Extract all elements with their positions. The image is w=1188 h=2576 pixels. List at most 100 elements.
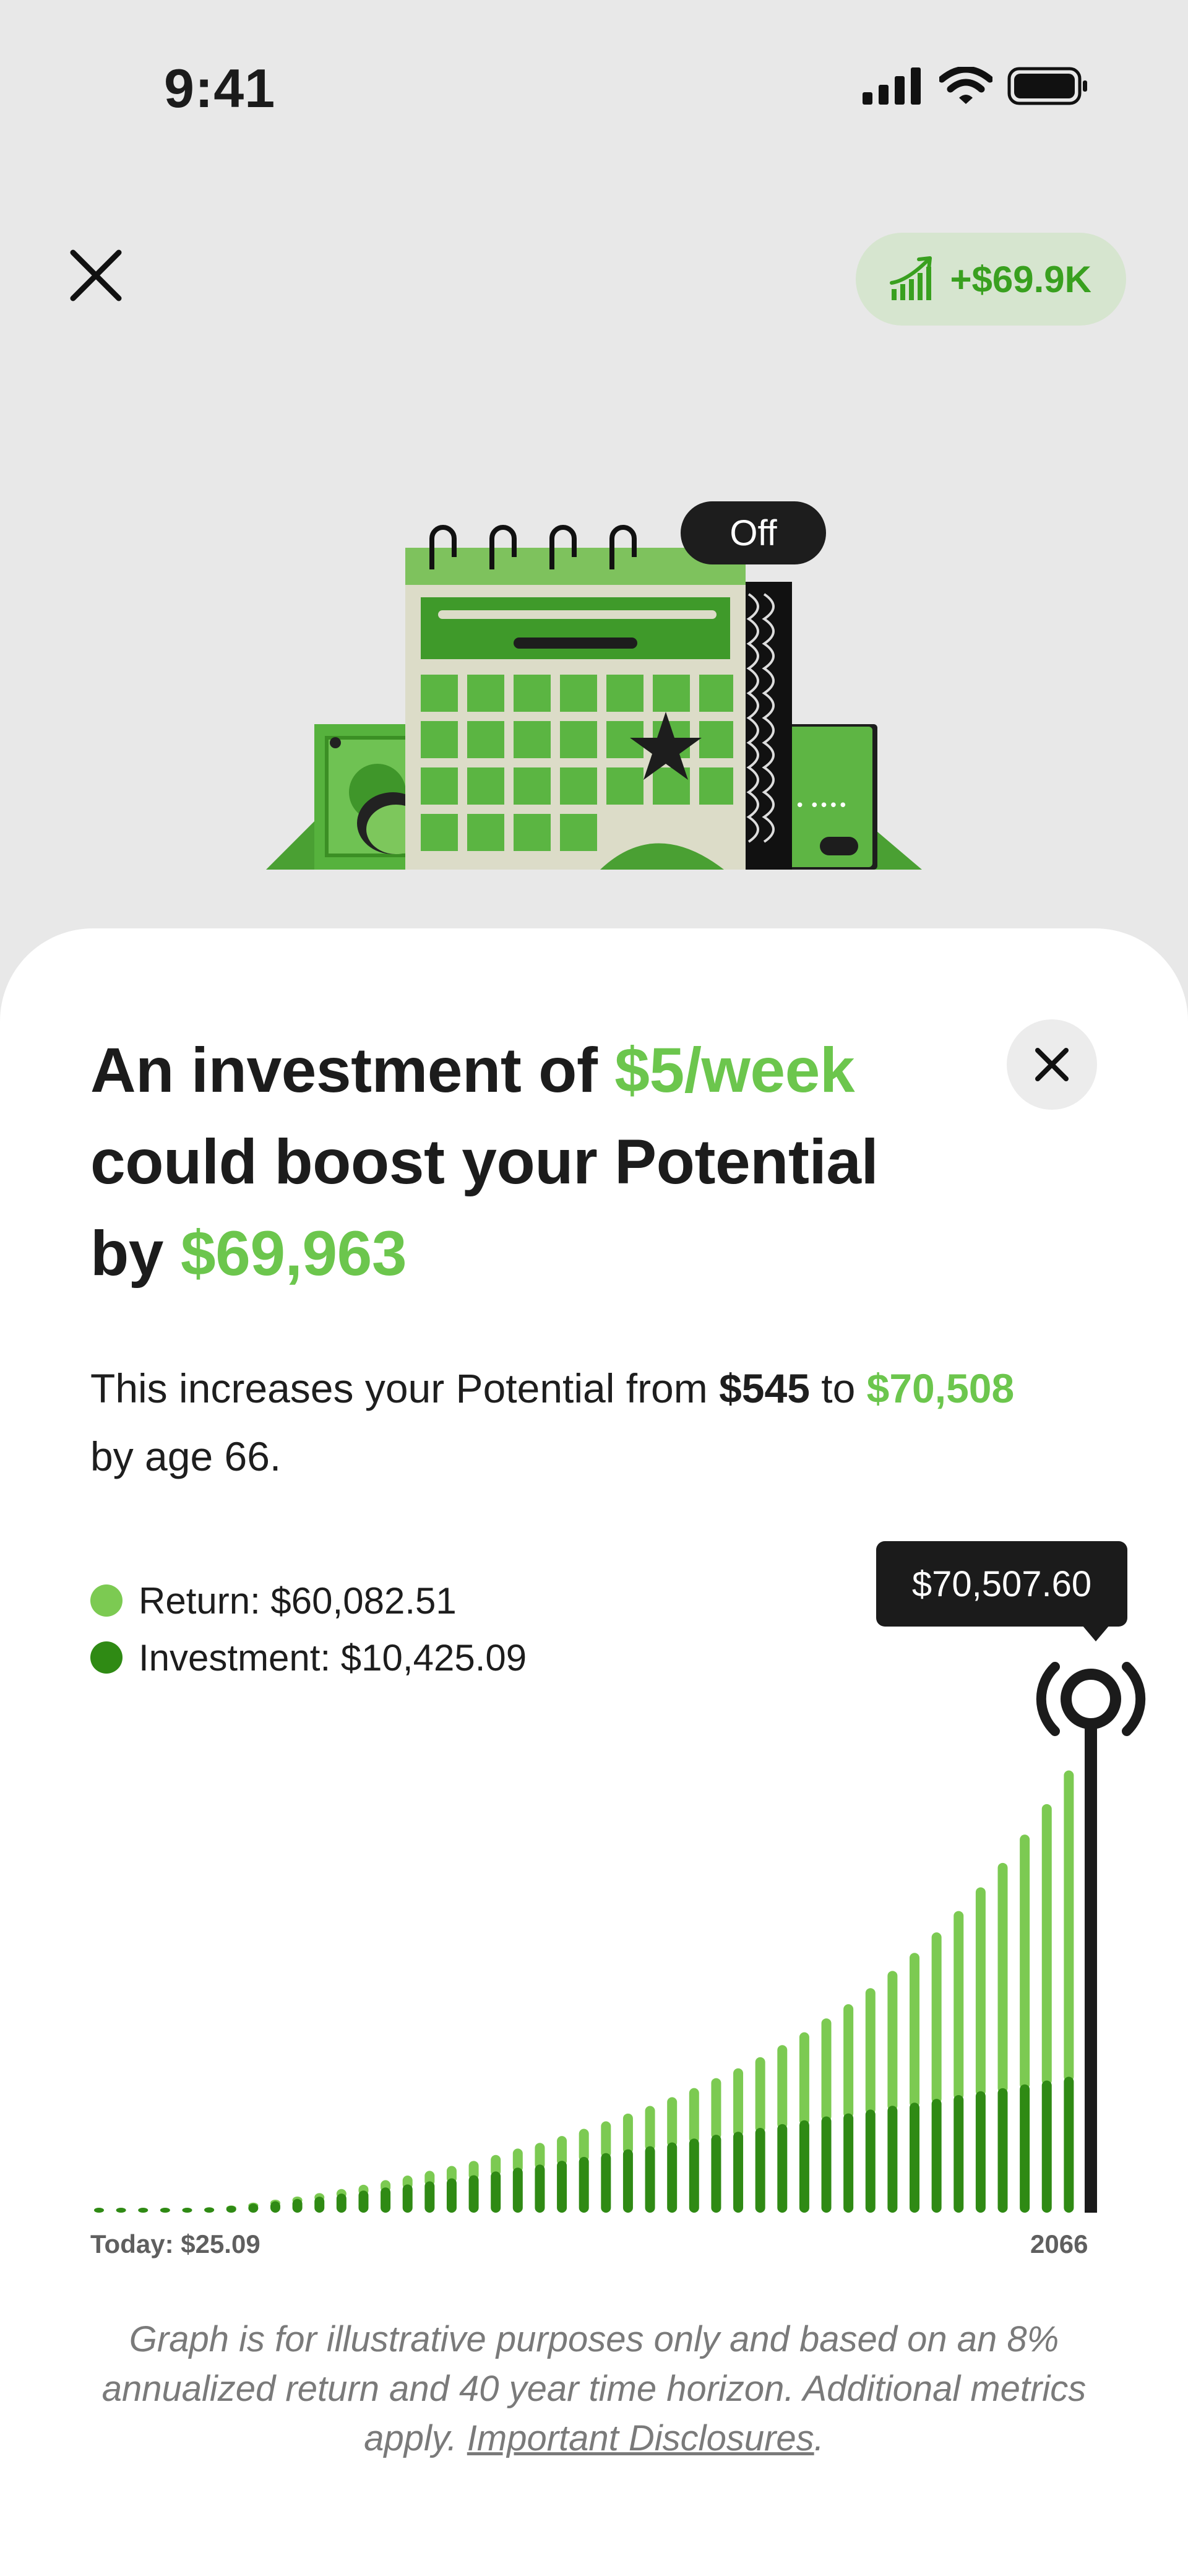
bar-return xyxy=(997,1862,1008,2093)
bar-investment xyxy=(645,2146,655,2213)
bar-investment xyxy=(381,2187,391,2213)
status-icons xyxy=(863,67,1089,105)
headline-line2: could boost your Potential xyxy=(90,1126,879,1197)
calendar-illustration: • •••• xyxy=(266,525,922,870)
off-badge: Off xyxy=(681,501,826,564)
bar-return xyxy=(821,2018,832,2122)
bar-investment xyxy=(424,2181,435,2213)
bar-investment xyxy=(160,2208,170,2213)
bar-investment xyxy=(182,2208,192,2213)
bar-return xyxy=(601,2121,611,2158)
headline-prefix: An investment of xyxy=(90,1035,615,1105)
bar-investment xyxy=(667,2142,678,2213)
bar-investment xyxy=(843,2113,854,2213)
footnote-end: . xyxy=(814,2418,824,2458)
growth-pill-text: +$69.9K xyxy=(950,258,1091,300)
battery-icon xyxy=(1007,67,1087,105)
bar-investment xyxy=(1041,2080,1052,2213)
bar-investment xyxy=(910,2103,920,2213)
marker-wave-right xyxy=(1122,1662,1146,1736)
close-icon xyxy=(70,249,122,301)
bar-return xyxy=(1041,1804,1052,2086)
bar-return xyxy=(1020,1835,1030,2090)
important-disclosures-link[interactable]: Important Disclosures xyxy=(467,2418,814,2458)
bar-investment xyxy=(248,2203,259,2213)
bar-investment xyxy=(733,2132,744,2213)
chart-bars xyxy=(94,1736,1096,2213)
bar-return xyxy=(887,1971,898,2111)
bar-investment xyxy=(292,2198,303,2213)
bar-investment xyxy=(116,2208,126,2213)
bar-investment xyxy=(865,2109,876,2213)
subtext-prefix: This increases your Potential from xyxy=(90,1365,720,1411)
bar-investment xyxy=(468,2175,479,2213)
bar-investment xyxy=(204,2207,215,2213)
subtext-from: $545 xyxy=(719,1365,810,1411)
bar-return xyxy=(843,2004,854,2119)
bar-return xyxy=(733,2068,744,2137)
bar-return xyxy=(622,2113,633,2155)
bar-investment xyxy=(622,2149,633,2213)
bar-investment xyxy=(535,2164,545,2213)
subtext-to: $70,508 xyxy=(866,1365,1015,1411)
bar-investment xyxy=(755,2128,765,2213)
svg-text:• ••••: • •••• xyxy=(795,797,848,815)
bar-investment xyxy=(887,2106,898,2213)
bar-investment xyxy=(94,2208,104,2213)
potential-description: This increases your Potential from $545 … xyxy=(90,1354,1117,1490)
bar-investment xyxy=(1020,2084,1030,2213)
x-axis-end-label: 2066 xyxy=(1030,2229,1088,2258)
bar-return xyxy=(645,2106,655,2151)
headline-amount: $5/week xyxy=(614,1035,855,1105)
bar-return xyxy=(1064,1770,1074,2082)
subtext-suffix: by age 66. xyxy=(90,1433,282,1479)
close-button[interactable] xyxy=(62,241,130,309)
bar-investment xyxy=(953,2094,964,2213)
bar-investment xyxy=(1064,2077,1074,2213)
bar-investment xyxy=(138,2208,148,2213)
subtext-mid: to xyxy=(809,1365,867,1411)
marker-wave-left xyxy=(1036,1662,1060,1736)
bar-return xyxy=(799,2032,809,2125)
bar-investment xyxy=(711,2135,721,2213)
bar-return xyxy=(953,1911,964,2100)
bar-investment xyxy=(226,2205,236,2213)
bar-investment xyxy=(579,2156,589,2213)
bar-investment xyxy=(601,2153,611,2213)
potential-bar-chart[interactable] xyxy=(0,1609,1188,2228)
headline-line3-prefix: by xyxy=(90,1218,181,1289)
bar-investment xyxy=(689,2138,699,2213)
bar-investment xyxy=(777,2124,788,2213)
headline: An investment of $5/week could boost you… xyxy=(90,1024,944,1299)
bar-return xyxy=(910,1953,920,2108)
wifi-icon xyxy=(939,67,992,104)
bar-return xyxy=(777,2045,788,2129)
bar-return xyxy=(579,2129,589,2162)
chart-marker xyxy=(1036,1662,1146,2213)
bar-return xyxy=(755,2057,765,2133)
bar-return xyxy=(865,1988,876,2115)
bar-investment xyxy=(975,2091,986,2213)
bar-return xyxy=(667,2097,678,2148)
sheet-close-button[interactable] xyxy=(1007,1019,1097,1110)
bar-return xyxy=(689,2088,699,2144)
cellular-signal-icon xyxy=(863,67,921,105)
bar-investment xyxy=(402,2184,413,2213)
bar-investment xyxy=(821,2116,832,2213)
disclaimer-footnote: Graph is for illustrative purposes only … xyxy=(93,2315,1095,2463)
bar-investment xyxy=(358,2190,369,2213)
close-icon xyxy=(1035,1048,1069,1081)
growth-pill[interactable]: +$69.9K xyxy=(856,233,1126,326)
bar-investment xyxy=(997,2088,1008,2213)
bar-investment xyxy=(336,2193,346,2213)
bar-investment xyxy=(512,2168,523,2213)
bar-return xyxy=(711,2078,721,2140)
bar-investment xyxy=(931,2099,942,2213)
headline-boost: $69,963 xyxy=(180,1218,407,1289)
marker-ring xyxy=(1061,1669,1121,1729)
marker-line xyxy=(1085,1718,1097,2213)
bar-investment xyxy=(491,2171,501,2213)
bar-return xyxy=(975,1887,986,2096)
bar-investment xyxy=(314,2197,325,2213)
bar-investment xyxy=(799,2120,809,2213)
